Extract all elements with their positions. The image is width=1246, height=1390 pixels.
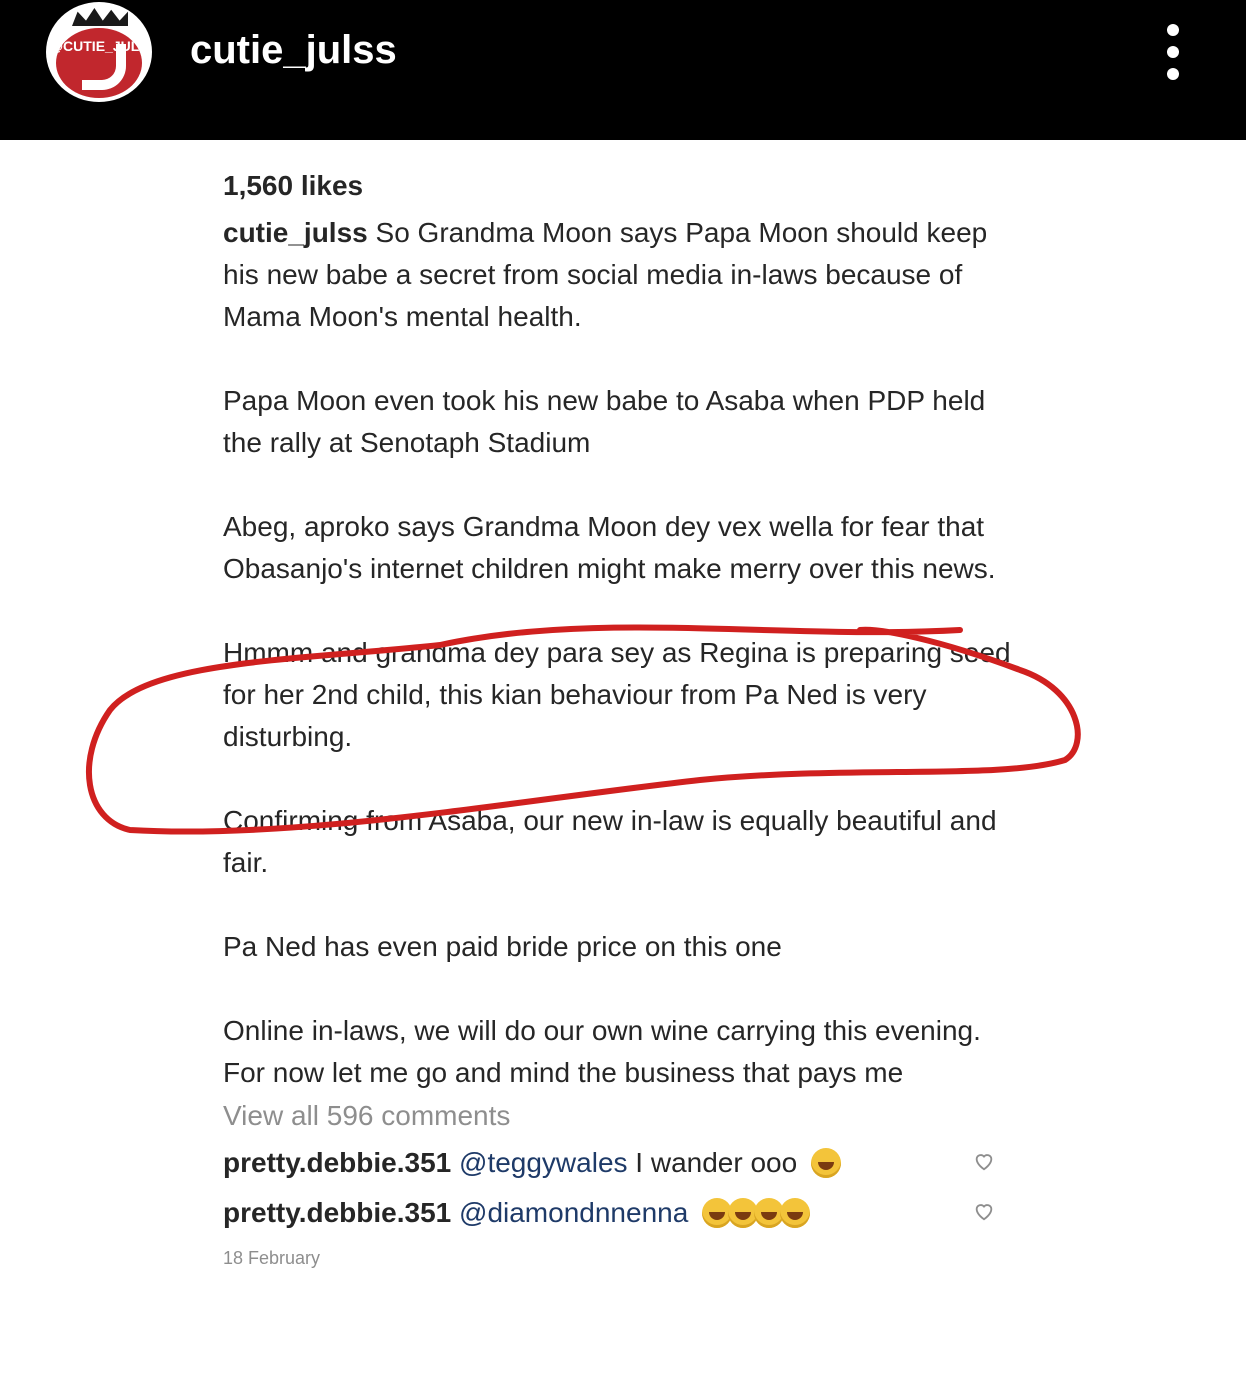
profile-username[interactable]: cutie_julss xyxy=(190,26,397,74)
comment-mention[interactable]: @diamondnnenna xyxy=(459,1197,688,1228)
comment-mention[interactable]: @teggywales xyxy=(459,1147,628,1178)
caption-paragraph: Pa Ned has even paid bride price on this… xyxy=(223,931,782,962)
caption-paragraph: Abeg, aproko says Grandma Moon dey vex w… xyxy=(223,511,996,584)
comment-username[interactable]: pretty.debbie.351 xyxy=(223,1197,451,1228)
more-options-icon[interactable] xyxy=(1156,22,1190,82)
comment-row: pretty.debbie.351 @diamondnnenna xyxy=(223,1188,1013,1238)
laughing-emoji-icon xyxy=(810,1148,841,1178)
post-body: 1,560 likes cutie_julss So Grandma Moon … xyxy=(223,160,1013,1278)
caption-paragraph: Online in-laws, we will do our own wine … xyxy=(223,1015,981,1088)
top-bar: @CUTIE_JULS cutie_julss xyxy=(0,0,1246,140)
crown-icon xyxy=(72,8,128,26)
heart-icon[interactable] xyxy=(973,1150,995,1172)
avatar[interactable]: @CUTIE_JULS xyxy=(46,2,152,102)
comment-text: I wander ooo xyxy=(627,1147,798,1178)
comment-username[interactable]: pretty.debbie.351 xyxy=(223,1147,451,1178)
avatar-logo-text: @CUTIE_JULS xyxy=(49,38,149,54)
caption-paragraph: cutie_julss So Grandma Moon says Papa Mo… xyxy=(223,212,1013,338)
likes-count[interactable]: 1,560 likes xyxy=(223,160,1013,212)
view-all-comments-link[interactable]: View all 596 comments xyxy=(223,1094,1013,1138)
caption-paragraph: Papa Moon even took his new babe to Asab… xyxy=(223,385,986,458)
laughing-emoji-icon xyxy=(780,1198,811,1228)
caption-paragraph-highlighted: Hmmm and grandma dey para sey as Regina … xyxy=(223,637,1011,752)
comment-row: pretty.debbie.351 @teggywales I wander o… xyxy=(223,1138,1013,1188)
caption-username[interactable]: cutie_julss xyxy=(223,217,368,248)
heart-icon[interactable] xyxy=(973,1200,995,1222)
post-date: 18 February xyxy=(223,1248,321,1268)
caption-paragraph: Confirming from Asaba, our new in-law is… xyxy=(223,805,997,878)
